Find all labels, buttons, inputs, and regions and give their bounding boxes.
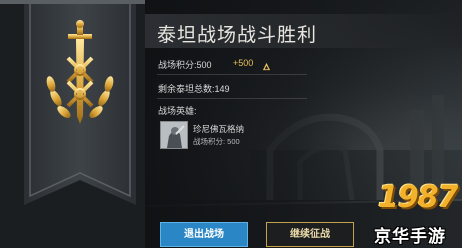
hero-avatar <box>160 121 188 149</box>
quit-battlefield-button[interactable]: 退出战场 <box>160 222 248 247</box>
watermark-text: 京华手游 <box>374 227 446 246</box>
heroes-label: 战场英雄: <box>158 106 197 116</box>
page-title: 泰坦战场战斗胜利 <box>157 25 318 46</box>
remaining-titans: 剩余泰坦总数:149 <box>158 84 230 94</box>
watermark-logo: 1987 京华手游 <box>372 180 462 248</box>
hero-score: 战场积分: 500 <box>193 137 240 146</box>
watermark-number: 1987 <box>378 180 458 215</box>
score-gain: +500 <box>233 58 254 68</box>
divider <box>157 74 307 75</box>
hero-name: 珍尼佛瓦格纳 <box>193 124 245 134</box>
divider <box>157 98 307 99</box>
sword-laurel-emblem-icon <box>46 20 114 124</box>
continue-battle-button[interactable]: 继续征战 <box>266 222 354 247</box>
battlefield-score: 战场积分:500 <box>158 60 212 70</box>
